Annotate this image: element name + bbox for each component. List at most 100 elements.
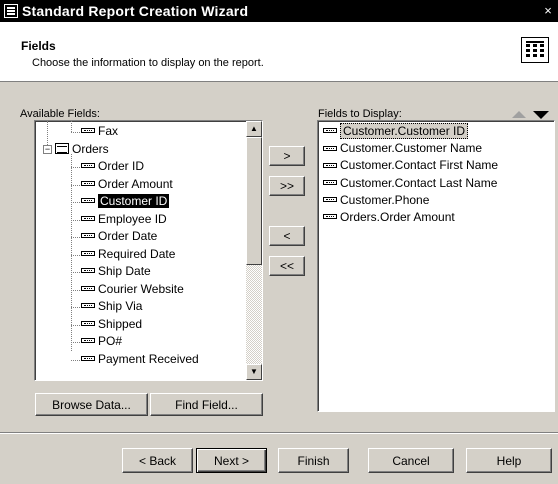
field-icon [81, 250, 95, 256]
tree-item-label: Ship Via [98, 299, 143, 313]
cancel-button[interactable]: Cancel [368, 448, 454, 473]
field-icon [81, 163, 95, 169]
add-all-fields-button[interactable]: >> [269, 176, 305, 196]
display-item-label: Orders.Order Amount [340, 210, 455, 224]
footer-divider [0, 432, 558, 434]
field-icon [81, 303, 95, 309]
tree-field-item[interactable]: Payment Received [81, 351, 199, 368]
field-icon [323, 145, 337, 151]
field-icon [323, 197, 337, 203]
add-field-button[interactable]: > [269, 146, 305, 166]
tree-item-label: Required Date [98, 246, 176, 261]
field-icon [81, 198, 95, 204]
display-field-item[interactable]: Customer.Contact First Name [323, 157, 498, 174]
display-item-label: Customer.Customer Name [340, 141, 483, 156]
sort-arrows [512, 111, 549, 119]
field-icon [81, 320, 95, 326]
remove-field-button[interactable]: < [269, 226, 305, 246]
collapse-icon[interactable]: − [43, 144, 52, 154]
move-down-icon [533, 111, 549, 119]
table-icon [55, 142, 69, 154]
app-icon [4, 4, 18, 18]
tree-item-label: Order ID [98, 159, 145, 173]
field-icon [323, 179, 337, 185]
display-field-item[interactable]: Customer.Customer ID [323, 123, 469, 140]
page-subtitle: Choose the information to display on the… [32, 57, 264, 69]
remove-all-fields-button[interactable]: << [269, 256, 305, 276]
tree-item-label: Ship Date [98, 264, 151, 278]
tree-connector [71, 184, 80, 186]
tree-connector [71, 167, 80, 168]
tree-connector [47, 121, 48, 145]
tree-connector [71, 202, 80, 203]
display-item-label: Customer.Contact Last Name [340, 175, 498, 190]
tree-connector [71, 254, 80, 256]
help-button[interactable]: Help [466, 448, 552, 473]
tree-connector [71, 219, 80, 221]
close-icon[interactable]: × [540, 3, 556, 18]
back-button[interactable]: < Back [122, 448, 193, 473]
display-item-label: Customer.Phone [340, 192, 430, 207]
tree-field-item[interactable]: Order Date [81, 228, 157, 245]
field-icon [81, 128, 95, 134]
tree-item-label: Orders [72, 141, 109, 156]
tree-item-label: Employee ID [98, 211, 167, 226]
tree-field-item[interactable]: Ship Date [81, 263, 151, 280]
tree-item-label: Courier Website [98, 281, 184, 296]
tree-item-label: Order Date [98, 229, 158, 243]
scroll-up-button[interactable]: ▲ [246, 121, 262, 137]
tree-field-item[interactable]: Fax [81, 123, 118, 140]
find-field-button[interactable]: Find Field... [150, 393, 263, 416]
field-icon [81, 268, 95, 274]
tree-field-item[interactable]: Required Date [81, 246, 175, 263]
finish-button[interactable]: Finish [278, 448, 349, 473]
wizard-window: Standard Report Creation Wizard × Fields… [0, 0, 558, 484]
tree-field-item[interactable]: Customer ID [81, 193, 170, 210]
tree-item-label: Fax [98, 124, 119, 138]
tree-field-item[interactable]: Shipped [81, 316, 142, 333]
tree-field-item[interactable]: Employee ID [81, 211, 167, 228]
display-field-item[interactable]: Customer.Customer Name [323, 140, 482, 157]
tree-field-item[interactable]: Order ID [81, 158, 144, 175]
tree-item-label: Payment Received [98, 351, 199, 366]
tree-connector [71, 154, 72, 351]
window-title: Standard Report Creation Wizard [22, 3, 249, 19]
available-fields-label: Available Fields: [20, 108, 100, 120]
tree-connector [71, 272, 80, 273]
field-icon [81, 215, 95, 221]
tree-field-item[interactable]: PO# [81, 333, 122, 350]
tree-connector [71, 289, 80, 291]
tree-connector [71, 342, 80, 343]
tree-table-node[interactable]: Orders [55, 141, 109, 158]
field-icon [81, 233, 95, 239]
field-icon [323, 214, 337, 220]
report-grid-icon [521, 37, 549, 63]
field-icon [81, 285, 95, 291]
next-button[interactable]: Next > [196, 448, 267, 473]
tree-field-item[interactable]: Order Amount [81, 176, 173, 193]
tree-connector [71, 237, 80, 238]
fields-to-display-list[interactable]: Customer.Customer ID Customer.Customer Na… [317, 120, 555, 412]
tree-item-label: PO# [98, 334, 123, 348]
browse-data-button[interactable]: Browse Data... [35, 393, 148, 416]
available-fields-tree[interactable]: Fax Orders − Order ID Order Amount Customer I… [34, 120, 263, 381]
display-field-item[interactable]: Customer.Phone [323, 192, 429, 209]
tree-connector [71, 132, 80, 133]
title-bar: Standard Report Creation Wizard × [0, 0, 558, 22]
display-field-item[interactable]: Orders.Order Amount [323, 209, 455, 226]
field-icon [81, 338, 95, 344]
tree-item-label: Customer ID [98, 194, 170, 208]
tree-field-item[interactable]: Ship Via [81, 298, 142, 315]
tree-item-label: Order Amount [98, 176, 173, 191]
tree-connector [71, 359, 80, 361]
tree-connector [71, 121, 72, 132]
scroll-down-button[interactable]: ▼ [246, 364, 262, 380]
available-fields-scrollbar[interactable]: ▲ ▼ [246, 121, 262, 380]
tree-connector [71, 307, 80, 308]
display-field-item[interactable]: Customer.Contact Last Name [323, 175, 497, 192]
scroll-thumb[interactable] [246, 137, 262, 265]
display-item-label: Customer.Customer ID [340, 123, 469, 139]
tree-field-item[interactable]: Courier Website [81, 281, 184, 298]
page-title: Fields [21, 39, 56, 53]
display-item-label: Customer.Contact First Name [340, 158, 499, 173]
